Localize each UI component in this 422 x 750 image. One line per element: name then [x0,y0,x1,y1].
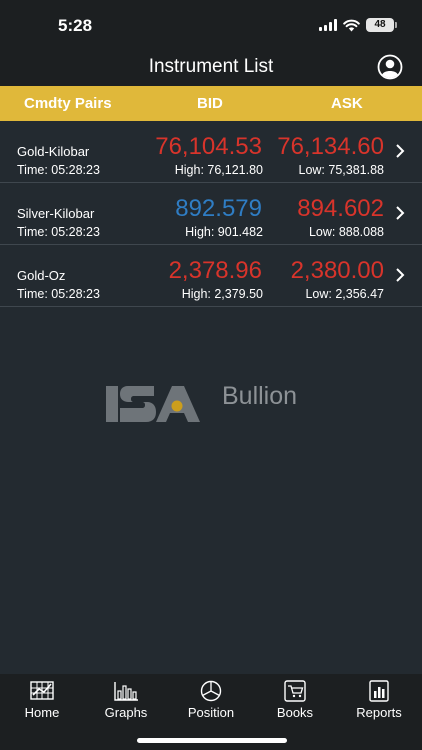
cart-icon [284,680,306,702]
tab-home[interactable]: Home [0,680,84,720]
instrument-name: Gold-Oz [17,268,66,283]
header-bid: BID [197,95,223,112]
battery-icon: 48 [366,18,397,32]
tab-label: Home [24,705,60,720]
high-price: High: 2,379.50 [181,287,263,301]
profile-icon[interactable] [377,54,403,80]
high-price: High: 901.482 [185,225,263,239]
bid-price: 892.579 [175,195,262,222]
status-time: 5:28 [58,16,93,35]
chevron-right-icon[interactable] [395,205,405,221]
tab-label: Reports [356,705,402,720]
report-icon [369,680,389,702]
header-cmdty-pairs: Cmdty Pairs [24,95,112,112]
ask-price: 894.602 [297,195,384,222]
chevron-right-icon[interactable] [395,267,405,283]
bid-price: 2,378.96 [168,257,262,284]
instrument-name: Gold-Kilobar [17,144,90,159]
pie-chart-icon [200,680,222,702]
home-indicator[interactable] [137,738,287,743]
bar-chart-icon [114,682,138,701]
cellular-signal-icon [319,19,337,31]
tab-graphs[interactable]: Graphs [84,680,168,720]
ask-price: 2,380.00 [290,257,384,284]
instrument-row-gold-oz[interactable]: Gold-Oz Time: 05:28:23 2,378.96 2,380.00… [0,245,422,307]
tab-label: Books [276,705,314,720]
tab-label: Graphs [104,705,148,720]
instrument-row-gold-kilobar[interactable]: Gold-Kilobar Time: 05:28:23 76,104.53 76… [0,121,422,183]
tab-books[interactable]: Books [253,680,337,720]
low-price: Low: 888.088 [308,225,384,239]
low-price: Low: 2,356.47 [305,287,384,301]
instrument-name: Silver-Kilobar [17,206,95,221]
home-grid-icon [30,681,54,700]
tab-position[interactable]: Position [169,680,253,720]
tab-reports[interactable]: Reports [337,680,421,720]
instrument-time: Time: 05:28:23 [17,163,100,177]
instrument-row-silver-kilobar[interactable]: Silver-Kilobar Time: 05:28:23 892.579 89… [0,183,422,245]
isa-logo-mark [106,386,200,422]
instrument-time: Time: 05:28:23 [17,287,100,301]
status-bar: 5:28 48 [0,0,422,50]
tab-label: Position [187,705,235,720]
table-header: Cmdty Pairs BID ASK [0,86,422,121]
high-price: High: 76,121.80 [174,163,263,177]
bid-price: 76,104.53 [155,133,262,160]
ask-price: 76,134.60 [277,133,384,160]
wifi-icon [343,19,360,31]
instrument-time: Time: 05:28:23 [17,225,100,239]
chevron-right-icon[interactable] [395,143,405,159]
low-price: Low: 75,381.88 [298,163,385,177]
isa-bullion-logo: Bullion [106,382,326,426]
instrument-list: Gold-Kilobar Time: 05:28:23 76,104.53 76… [0,121,422,307]
page-title: Instrument List [148,56,274,77]
nav-bar: Instrument List [0,50,422,86]
status-icons: 48 [319,17,397,33]
logo-text: Bullion [222,382,298,410]
header-ask: ASK [331,95,363,112]
